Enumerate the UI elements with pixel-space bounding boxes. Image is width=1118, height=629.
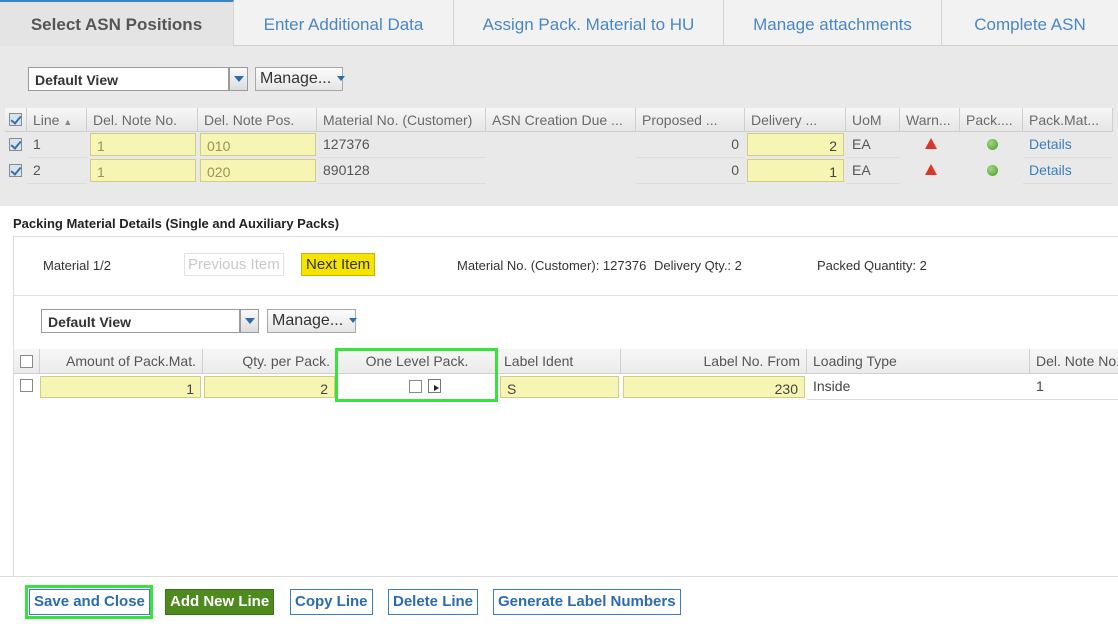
cell-material-no: 127376	[317, 132, 486, 158]
material-no-info: Material No. (Customer): 127376	[457, 258, 647, 273]
cell-uom: EA	[846, 132, 900, 158]
previous-item-button[interactable]: Previous Item	[184, 253, 284, 276]
copy-line-button[interactable]: Copy Line	[290, 589, 373, 615]
delivery-qty-info: Delivery Qty.: 2	[654, 258, 742, 273]
tab-enter-additional-data[interactable]: Enter Additional Data	[234, 0, 454, 46]
col-del-note-no[interactable]: Del. Note No.	[87, 108, 198, 132]
del-note-no-input[interactable]: 1	[90, 133, 196, 156]
pack-select-all-header[interactable]	[14, 349, 40, 374]
row-checkbox[interactable]	[9, 164, 22, 177]
col-label-ident[interactable]: Label Ident	[498, 349, 621, 374]
delete-line-button[interactable]: Delete Line	[388, 589, 479, 615]
warning-icon	[925, 138, 937, 149]
del-note-pos-input[interactable]: 020	[200, 159, 316, 182]
cell-material-no: 890128	[317, 158, 486, 184]
label-ident-input[interactable]: S	[500, 376, 619, 398]
qty-per-pack-input[interactable]: 2	[204, 376, 335, 398]
col-amount-pack-mat[interactable]: Amount of Pack.Mat.	[40, 349, 203, 374]
manage-views-button[interactable]: Manage...	[255, 67, 346, 91]
col-del-note-pos[interactable]: Del. Note Pos.	[198, 108, 317, 132]
status-green-icon	[987, 139, 998, 150]
highlight-one-level-pack	[335, 348, 498, 402]
select-all-checkbox[interactable]	[9, 113, 22, 126]
del-note-pos-input[interactable]: 010	[200, 133, 316, 156]
col-line-label: Line	[33, 112, 60, 128]
asn-positions-area: Default View Manage... Line ▲ Del. Note …	[0, 46, 1118, 206]
packing-material-details: Material 1/2 Previous Item Next Item Mat…	[13, 236, 1118, 629]
cell-proposed: 0	[636, 132, 745, 158]
highlight-save-and-close	[25, 585, 153, 619]
row-checkbox[interactable]	[20, 379, 33, 392]
tab-select-asn-positions[interactable]: Select ASN Positions	[0, 0, 234, 46]
col-line[interactable]: Line ▲	[27, 108, 87, 132]
material-info-bar: Material 1/2 Previous Item Next Item Mat…	[14, 237, 1118, 295]
sort-asc-icon: ▲	[63, 117, 73, 127]
col-qty-per-pack[interactable]: Qty. per Pack.	[203, 349, 337, 374]
view-select[interactable]: Default View	[28, 67, 229, 91]
col-loading-type[interactable]: Loading Type	[807, 349, 1030, 374]
manage-label: Manage...	[260, 70, 332, 87]
pack-material-grid-section: Default View Manage... Amount of Pack.Ma…	[14, 295, 1118, 595]
details-link[interactable]: Details	[1023, 132, 1113, 158]
warning-icon	[925, 164, 937, 175]
tab-complete-asn[interactable]: Complete ASN	[942, 0, 1118, 46]
tab-bar: Select ASN Positions Enter Additional Da…	[0, 0, 1118, 46]
amount-pack-mat-input[interactable]: 1	[40, 376, 201, 398]
panel-title: Packing Material Details (Single and Aux…	[13, 216, 340, 231]
next-item-button[interactable]: Next Item	[301, 253, 376, 276]
tab-assign-pack-material[interactable]: Assign Pack. Material to HU	[454, 0, 724, 46]
select-all-header[interactable]	[5, 108, 27, 132]
packing-material-panel: Packing Material Details (Single and Aux…	[0, 206, 1118, 629]
delivery-qty-input[interactable]: 2	[747, 133, 844, 156]
col-pack-status[interactable]: Pack....	[960, 108, 1023, 132]
details-link[interactable]: Details	[1023, 158, 1113, 184]
view-select-dropdown-icon[interactable]	[229, 67, 248, 91]
col-label-no-from[interactable]: Label No. From	[621, 349, 807, 374]
chevron-down-icon	[349, 318, 358, 324]
del-note-no-input[interactable]: 1	[90, 159, 196, 182]
col-material-no[interactable]: Material No. (Customer)	[317, 108, 486, 132]
pack-view-dropdown-icon[interactable]	[240, 309, 259, 333]
col-asn-creation-due[interactable]: ASN Creation Due ...	[486, 108, 636, 132]
cell-proposed: 0	[636, 158, 745, 184]
pack-view-select[interactable]: Default View	[41, 309, 240, 333]
col-pack-mat[interactable]: Pack.Mat...	[1023, 108, 1113, 132]
col-uom[interactable]: UoM	[846, 108, 900, 132]
material-counter: Material 1/2	[43, 258, 111, 273]
generate-label-numbers-button[interactable]: Generate Label Numbers	[493, 589, 681, 615]
tab-manage-attachments[interactable]: Manage attachments	[724, 0, 942, 46]
add-new-line-button[interactable]: Add New Line	[165, 589, 275, 615]
chevron-down-icon	[337, 76, 346, 82]
col-delivery[interactable]: Delivery ...	[745, 108, 846, 132]
cell-line: 2	[27, 158, 87, 184]
col-proposed[interactable]: Proposed ...	[636, 108, 745, 132]
status-green-icon	[987, 165, 998, 176]
cell-uom: EA	[846, 158, 900, 184]
manage-label: Manage...	[272, 312, 344, 329]
cell-loading-type: Inside	[807, 374, 1030, 400]
pack-select-all-checkbox[interactable]	[20, 355, 33, 368]
delivery-qty-input[interactable]: 1	[747, 159, 844, 182]
cell-del-note-no: 1	[1030, 374, 1118, 400]
pack-manage-views-button[interactable]: Manage...	[267, 309, 358, 333]
col-warnings[interactable]: Warn...	[900, 108, 960, 132]
action-bar: Save and Close Add New Line Copy Line De…	[0, 576, 1118, 629]
col-del-note-no[interactable]: Del. Note No.	[1030, 349, 1118, 374]
label-no-from-input[interactable]: 230	[623, 376, 805, 398]
cell-line: 1	[27, 132, 87, 158]
packed-qty-info: Packed Quantity: 2	[817, 258, 927, 273]
row-checkbox[interactable]	[9, 138, 22, 151]
